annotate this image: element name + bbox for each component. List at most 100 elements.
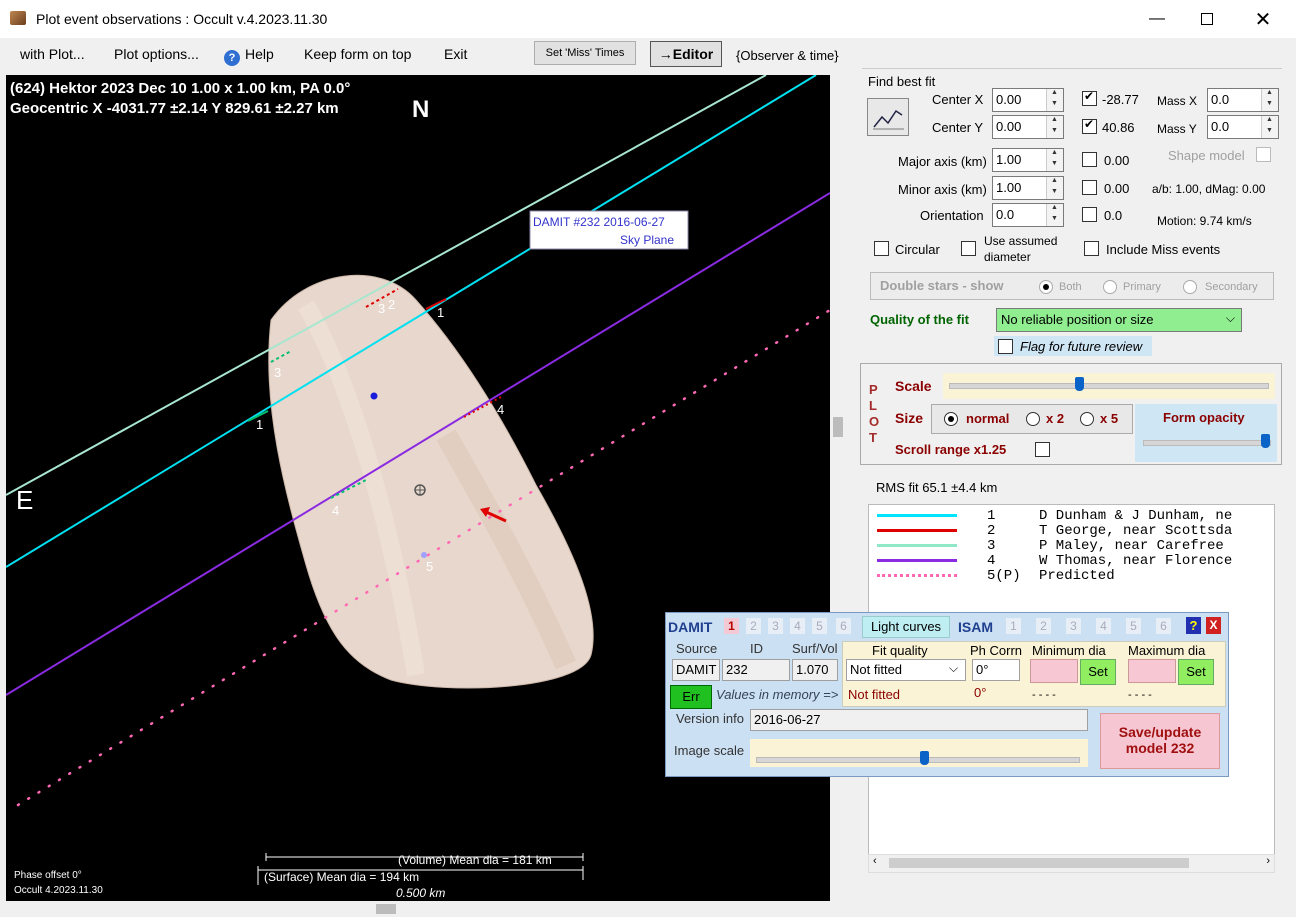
isam-tab-6[interactable]: 6 [1156,618,1171,634]
legend-observer: Predicted [1039,568,1115,584]
major-axis-checkbox[interactable] [1082,152,1097,167]
spin-arrows-icon[interactable] [1046,149,1063,171]
center-x-value: 0.00 [996,92,1022,107]
legend-horizontal-scrollbar[interactable]: ‹ › [868,854,1275,873]
plot-vertical-scrollbar[interactable] [830,75,847,901]
legend-number: 5(P) [987,568,1021,584]
flag-review-checkbox[interactable] [998,339,1013,354]
orientation-checkbox[interactable] [1082,207,1097,222]
editor-button[interactable]: →Editor [650,41,722,67]
light-curves-button[interactable]: Light curves [862,616,950,638]
include-miss-checkbox[interactable] [1084,241,1099,256]
isam-tab-2[interactable]: 2 [1036,618,1051,634]
center-x-input[interactable]: 0.00 [992,88,1064,112]
scroll-right-icon[interactable]: › [1266,855,1270,867]
surfvol-label: Surf/Vol [792,641,838,656]
damit-tab-1[interactable]: 1 [724,618,739,634]
fit-quality-select[interactable]: Not fitted ⌵ [846,659,966,681]
menu-help[interactable]: ? Help [224,46,274,66]
mass-y-input[interactable]: 0.0 [1207,115,1279,139]
id-field[interactable]: 232 [722,659,790,681]
size-normal-radio[interactable] [944,412,958,426]
isam-tab-4[interactable]: 4 [1096,618,1111,634]
surface-mean-text: (Surface) Mean dia = 194 km [264,870,419,884]
both-radio[interactable] [1039,280,1053,294]
min-dia-field[interactable] [1030,659,1078,683]
menu-with-plot[interactable]: with Plot... [20,46,85,62]
legend-number: 1 [987,508,996,524]
observer-time-link[interactable]: {Observer & time} [736,48,839,63]
spin-arrows-icon[interactable] [1261,89,1278,111]
spin-arrows-icon[interactable] [1046,116,1063,138]
damit-tab-2[interactable]: 2 [746,618,761,634]
damit-tab-6[interactable]: 6 [836,618,851,634]
chord-label: 2 [388,297,395,312]
legend-row: 3 P Maley, near Carefree [869,538,1274,554]
plot-canvas[interactable]: 3 2 1 3 1 4 4 5 (624) Hektor 2023 Dec 10… [6,75,830,901]
scale-slider[interactable] [943,373,1275,399]
image-scale-thumb[interactable] [920,751,929,765]
menu-plot-options[interactable]: Plot options... [114,46,199,62]
damit-tab-5[interactable]: 5 [812,618,827,634]
use-assumed-checkbox[interactable] [961,241,976,256]
spin-arrows-icon[interactable] [1261,116,1278,138]
image-scale-slider[interactable] [750,739,1088,767]
ph-corr-field[interactable]: 0° [972,659,1020,681]
memory-max-dia: - - - - [1128,689,1152,701]
center-y-input[interactable]: 0.00 [992,115,1064,139]
scroll-left-icon[interactable]: ‹ [873,855,877,867]
mass-x-input[interactable]: 0.0 [1207,88,1279,112]
find-best-fit-button[interactable] [867,98,909,136]
major-axis-input[interactable]: 1.00 [992,148,1064,172]
spin-arrows-icon[interactable] [1046,89,1063,111]
max-dia-field[interactable] [1128,659,1176,683]
memory-min-dia: - - - - [1032,689,1056,701]
chevron-down-icon: ⌵ [1225,311,1235,325]
maximize-button[interactable] [1178,0,1236,38]
scroll-range-checkbox[interactable] [1035,442,1050,457]
plot-horizontal-scrollbar[interactable] [6,901,830,917]
min-dia-set-button[interactable]: Set [1080,659,1116,685]
phase-offset-text: Phase offset 0° [14,870,82,881]
plot-settings-group: P L O T Scale Size normal x 2 x 5 Form o… [860,363,1282,465]
secondary-radio[interactable] [1183,280,1197,294]
scale-slider-thumb[interactable] [1075,377,1084,391]
horizontal-scroll-thumb[interactable] [376,904,396,914]
max-dia-set-button[interactable]: Set [1178,659,1214,685]
orientation-input[interactable]: 0.0 [992,203,1064,227]
spin-arrows-icon[interactable] [1046,177,1063,199]
major-axis-fit-value: 0.00 [1104,153,1130,168]
help-icon[interactable]: ? [1186,617,1201,634]
damit-tab-3[interactable]: 3 [768,618,783,634]
damit-tab-4[interactable]: 4 [790,618,805,634]
title-bar: Plot event observations : Occult v.4.202… [0,0,1296,38]
size-x5-radio[interactable] [1080,412,1094,426]
save-update-model-button[interactable]: Save/update model 232 [1100,713,1220,769]
close-icon[interactable]: X [1206,617,1221,634]
set-miss-times-button[interactable]: Set 'Miss' Times [534,41,636,65]
close-button[interactable]: ✕ [1234,0,1292,38]
center-y-checkbox[interactable] [1082,117,1097,134]
menu-exit[interactable]: Exit [444,46,467,62]
minor-axis-input[interactable]: 1.00 [992,176,1064,200]
major-axis-label: Major axis (km) [898,154,987,169]
minimize-icon: — [1149,10,1165,27]
isam-tab-1[interactable]: 1 [1006,618,1021,634]
minor-axis-checkbox[interactable] [1082,180,1097,195]
vertical-scroll-thumb[interactable] [833,417,843,437]
form-opacity-thumb[interactable] [1261,434,1270,448]
isam-tab-3[interactable]: 3 [1066,618,1081,634]
isam-tab-5[interactable]: 5 [1126,618,1141,634]
center-x-checkbox[interactable] [1082,89,1097,106]
surfvol-value: 1.070 [796,662,829,677]
legend-scroll-thumb[interactable] [889,858,1189,868]
shape-model-checkbox[interactable] [1256,147,1271,162]
quality-of-fit-select[interactable]: No reliable position or size ⌵ [996,308,1242,332]
size-x2-radio[interactable] [1026,412,1040,426]
spin-arrows-icon[interactable] [1046,204,1063,226]
menu-keep-on-top[interactable]: Keep form on top [304,46,411,62]
err-button[interactable]: Err [670,685,712,709]
primary-radio[interactable] [1103,280,1117,294]
use-assumed-label-2: diameter [984,250,1031,264]
circular-checkbox[interactable] [874,241,889,256]
